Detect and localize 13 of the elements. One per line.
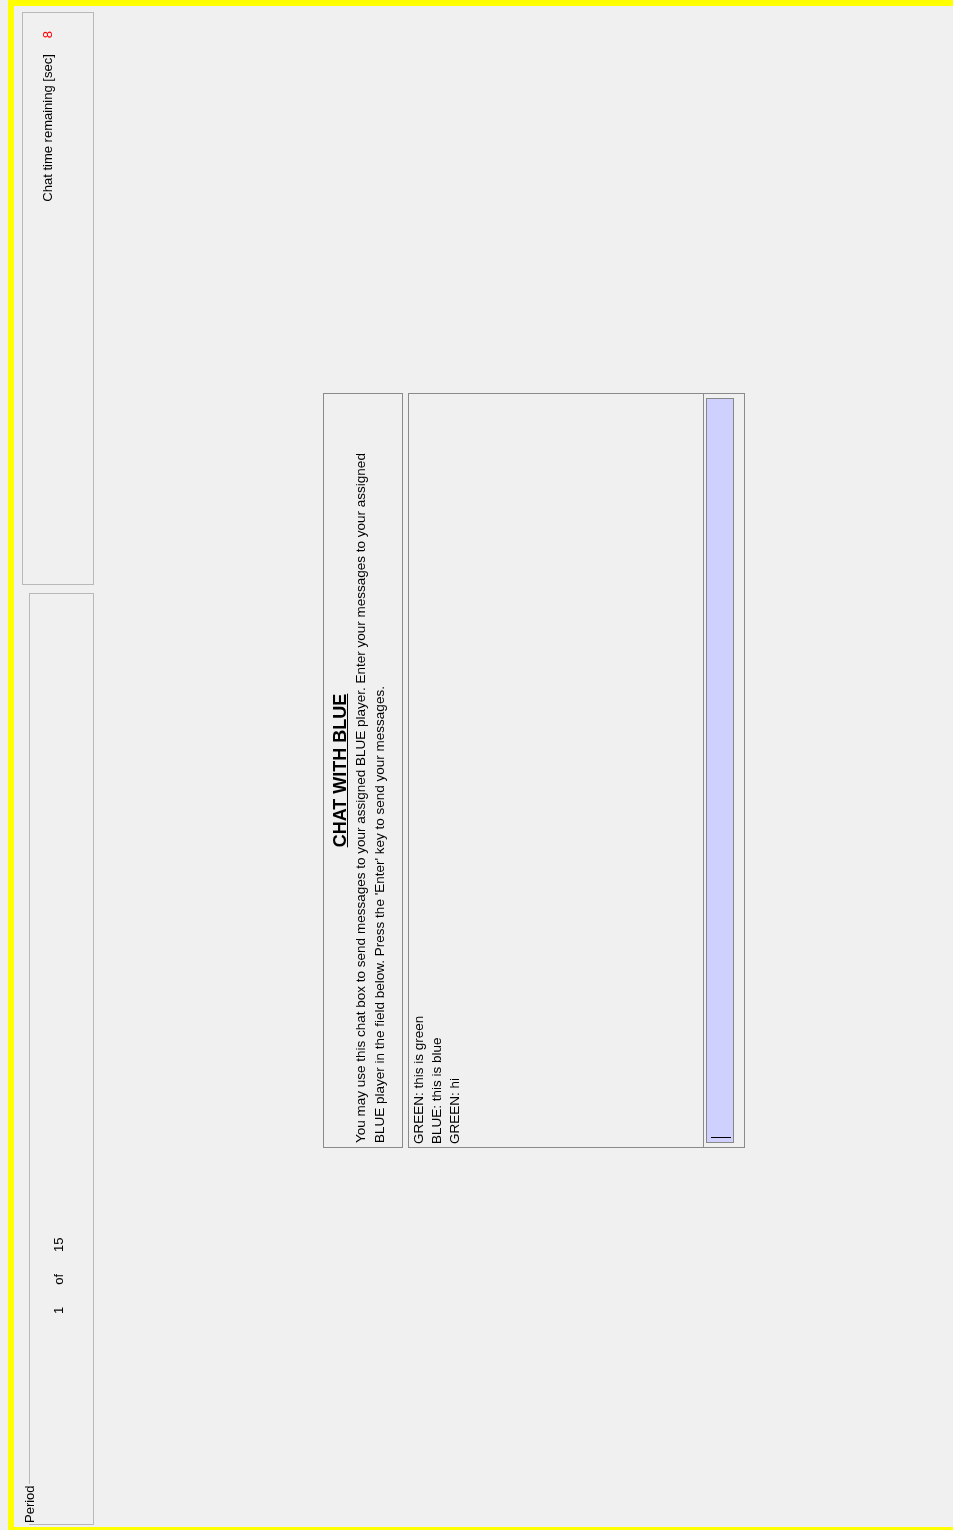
period-of: of	[51, 1273, 66, 1285]
timer-value: 8	[39, 31, 55, 39]
timer-label: Chat time remaining [sec]	[39, 54, 55, 202]
instructions-text: You may use this chat box to send messages to your assigned BLUE player. Enter your messages to your assigned BLUE player in the field below. Press the 'Enter' key to send your messages.	[352, 452, 388, 1143]
chat-message: BLUE: this is blue	[428, 1036, 445, 1144]
text-cursor-icon	[711, 1137, 731, 1138]
period-current: 1	[51, 1306, 66, 1314]
chat-message: GREEN: hi	[446, 1076, 463, 1144]
period-total: 15	[51, 1237, 66, 1252]
chat-title: CHAT WITH BLUE	[330, 693, 351, 848]
chat-message: GREEN: this is green	[410, 1014, 427, 1144]
message-input-field[interactable]	[706, 398, 734, 1143]
period-legend: Period	[22, 1484, 37, 1524]
